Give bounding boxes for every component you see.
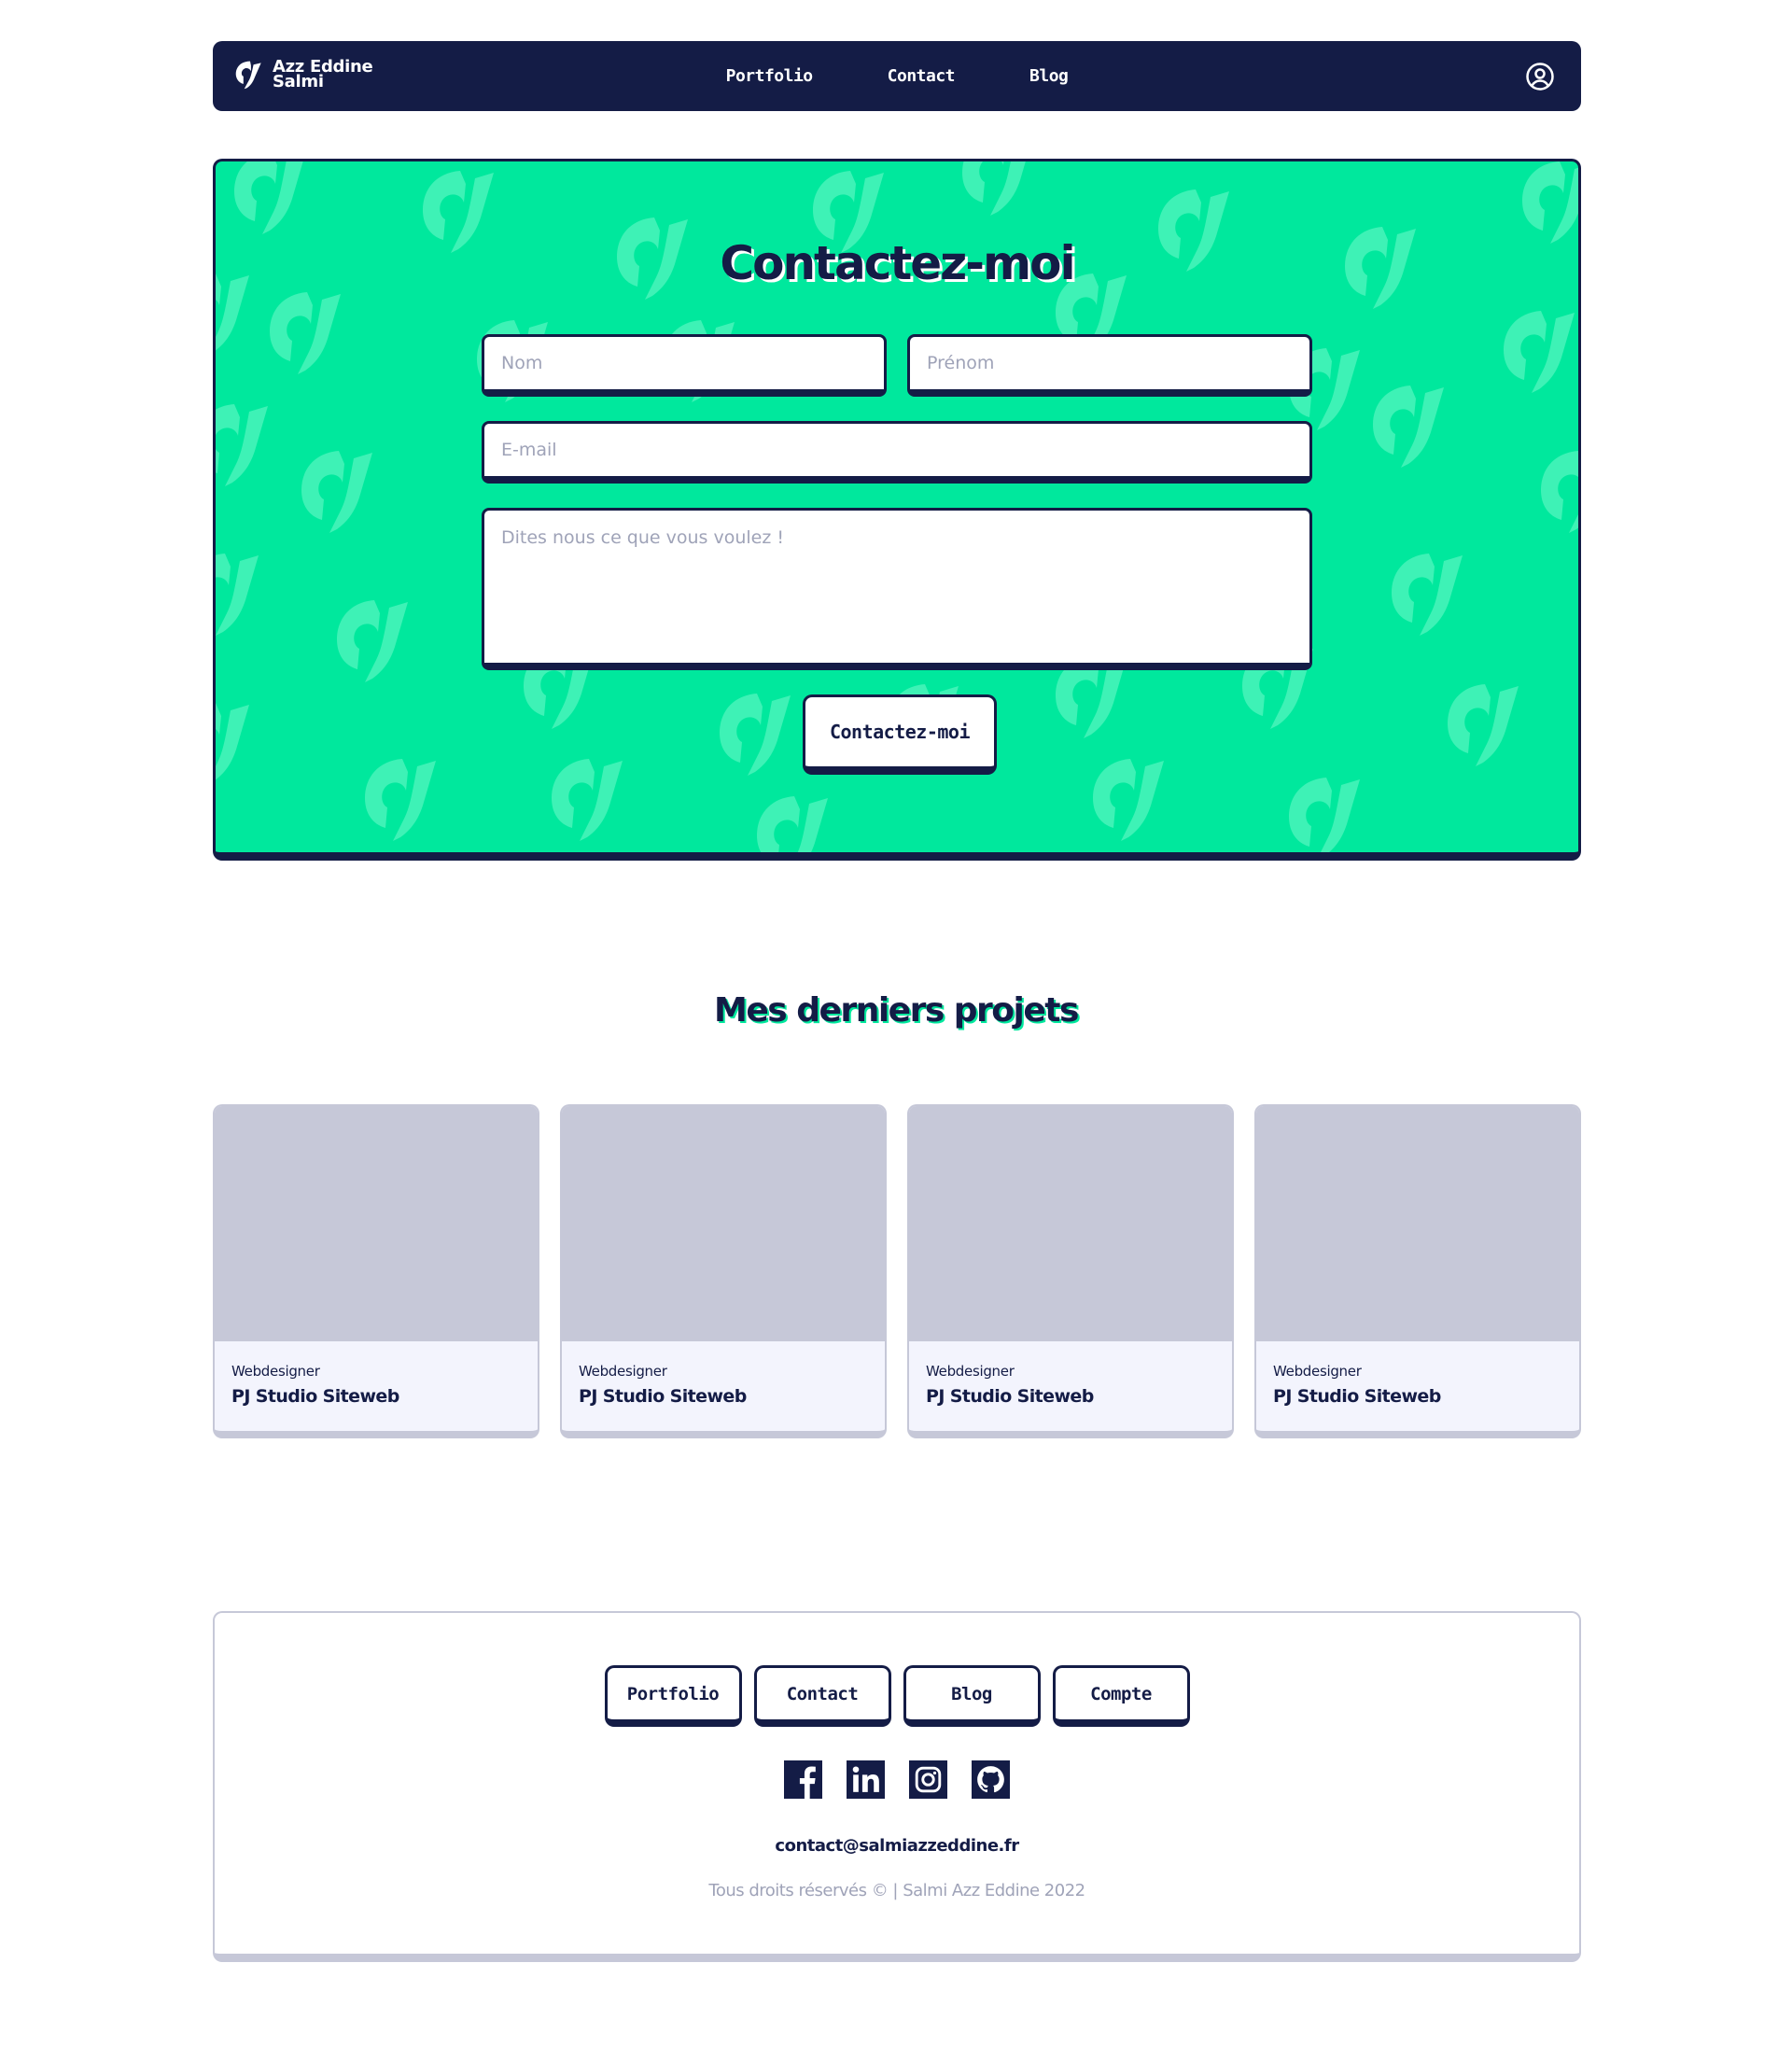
project-thumbnail [909, 1106, 1232, 1341]
footer-compte-button[interactable]: Compte [1052, 1665, 1190, 1727]
facebook-icon[interactable] [784, 1760, 822, 1799]
project-title: PJ Studio Siteweb [1273, 1386, 1441, 1407]
github-icon[interactable] [972, 1760, 1010, 1799]
contact-title: Contactez-moi [720, 236, 1075, 290]
submit-contact-button[interactable]: Contactez-moi [803, 694, 997, 775]
footer-email-link[interactable]: contact@salmiazzeddine.fr [215, 1836, 1579, 1856]
prenom-field[interactable] [907, 334, 1312, 397]
nav-portfolio[interactable]: Portfolio [726, 41, 814, 111]
project-thumbnail [562, 1106, 885, 1341]
project-category: Webdesigner [579, 1363, 667, 1380]
logo-mark-icon [235, 61, 261, 90]
social-links [215, 1760, 1579, 1799]
project-card[interactable]: Webdesigner PJ Studio Siteweb [1254, 1104, 1581, 1438]
footer-portfolio-button[interactable]: Portfolio [604, 1665, 742, 1727]
project-card[interactable]: Webdesigner PJ Studio Siteweb [560, 1104, 887, 1438]
project-thumbnail [1256, 1106, 1579, 1341]
projects-title: Mes derniers projets [714, 991, 1079, 1030]
linkedin-icon[interactable] [847, 1760, 885, 1799]
project-card[interactable]: Webdesigner PJ Studio Siteweb [213, 1104, 539, 1438]
nav-contact[interactable]: Contact [888, 41, 956, 111]
footer-copyright: Tous droits réservés © | Salmi Azz Eddin… [708, 1881, 1085, 1900]
project-title: PJ Studio Siteweb [926, 1386, 1094, 1407]
instagram-icon[interactable] [909, 1760, 947, 1799]
project-category: Webdesigner [926, 1363, 1015, 1380]
footer-nav: Portfolio Contact Blog Compte [215, 1665, 1579, 1727]
footer: Portfolio Contact Blog Compte contact@sa… [213, 1611, 1581, 1962]
brand-logo-link[interactable]: Azz Eddine Salmi [233, 58, 373, 91]
project-thumbnail [215, 1106, 538, 1341]
project-card[interactable]: Webdesigner PJ Studio Siteweb [907, 1104, 1234, 1438]
contact-section: Contactez-moi Contactez-moi [213, 159, 1581, 861]
email-field[interactable] [482, 421, 1312, 484]
nav-blog[interactable]: Blog [1029, 41, 1069, 111]
message-field[interactable] [482, 508, 1312, 670]
footer-contact-button[interactable]: Contact [753, 1665, 891, 1727]
brand-name: Azz Eddine Salmi [273, 59, 373, 91]
navbar: Azz Eddine Salmi Portfolio Contact Blog [213, 41, 1581, 111]
project-title: PJ Studio Siteweb [231, 1386, 399, 1407]
main-nav: Portfolio Contact Blog [213, 41, 1581, 111]
brand-line-2: Salmi [273, 72, 324, 91]
project-category: Webdesigner [231, 1363, 320, 1380]
footer-blog-button[interactable]: Blog [903, 1665, 1041, 1727]
project-title: PJ Studio Siteweb [579, 1386, 747, 1407]
project-category: Webdesigner [1273, 1363, 1362, 1380]
user-circle-icon[interactable] [1525, 62, 1555, 91]
nom-field[interactable] [482, 334, 887, 397]
